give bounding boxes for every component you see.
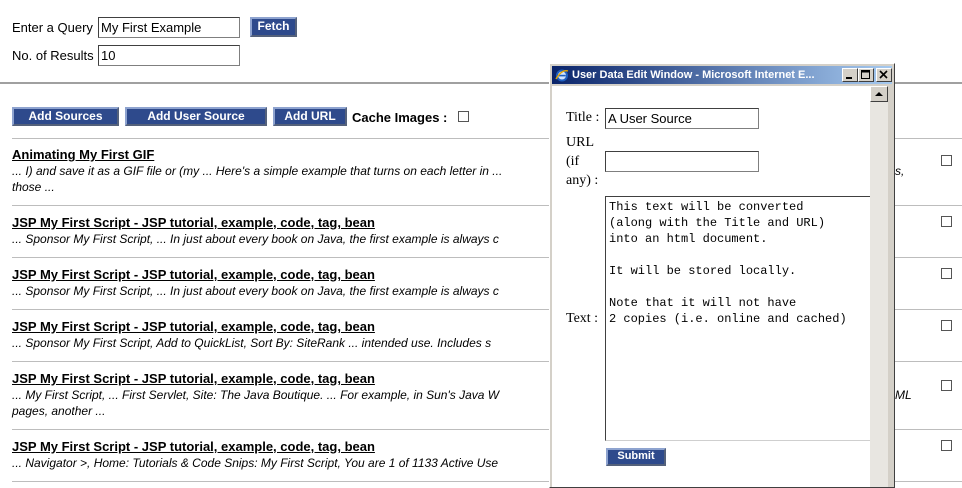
results-count-label: No. of Results xyxy=(12,48,94,63)
result-snippet: ... Navigator >, Home: Tutorials & Code … xyxy=(12,456,499,470)
text-field-label: Text : xyxy=(566,311,599,326)
result-snippet-line2: pages, another ... xyxy=(12,404,106,418)
result-title-link[interactable]: Animating My First GIF xyxy=(12,147,154,162)
window-scrollbar[interactable] xyxy=(870,86,888,487)
result-snippet-overflow: ML xyxy=(895,388,912,402)
text-field-textarea[interactable]: This text will be converted (along with … xyxy=(605,196,870,441)
result-checkbox[interactable] xyxy=(941,440,952,451)
result-title-link[interactable]: JSP My First Script - JSP tutorial, exam… xyxy=(12,319,375,334)
result-snippet: ... I) and save it as a GIF file or (my … xyxy=(12,164,503,178)
query-input[interactable] xyxy=(98,17,240,38)
results-count-input[interactable] xyxy=(98,45,240,66)
result-snippet: ... Sponsor My First Script, ... In just… xyxy=(12,284,499,298)
window-content: Title : URL (if any) : Text : This text … xyxy=(552,86,870,487)
result-snippet: ... My First Script, ... First Servlet, … xyxy=(12,388,500,402)
result-checkbox[interactable] xyxy=(941,216,952,227)
result-checkbox[interactable] xyxy=(941,380,952,391)
result-title-link[interactable]: JSP My First Script - JSP tutorial, exam… xyxy=(12,371,375,386)
add-url-button[interactable]: Add URL xyxy=(273,107,347,126)
cache-images-label: Cache Images : xyxy=(352,110,448,125)
submit-button[interactable]: Submit xyxy=(606,448,666,466)
result-title-link[interactable]: JSP My First Script - JSP tutorial, exam… xyxy=(12,267,375,282)
add-sources-button[interactable]: Add Sources xyxy=(12,107,119,126)
result-snippet: ... Sponsor My First Script, ... In just… xyxy=(12,232,499,246)
minimize-icon[interactable] xyxy=(842,68,858,82)
user-data-edit-window: User Data Edit Window - Microsoft Intern… xyxy=(549,63,895,488)
url-field-label-line1: URL xyxy=(566,135,594,150)
scroll-up-icon[interactable] xyxy=(870,86,888,102)
cache-images-checkbox[interactable] xyxy=(458,111,469,122)
result-snippet-line2: those ... xyxy=(12,180,55,194)
result-checkbox[interactable] xyxy=(941,320,952,331)
add-user-source-button[interactable]: Add User Source xyxy=(125,107,267,126)
maximize-icon[interactable] xyxy=(858,68,874,82)
title-field-input[interactable] xyxy=(605,108,759,129)
title-field-label: Title : xyxy=(566,110,600,125)
result-snippet-overflow: s, xyxy=(895,164,905,178)
ie-icon xyxy=(555,68,569,82)
url-field-label-line2: (if xyxy=(566,154,580,169)
result-title-link[interactable]: JSP My First Script - JSP tutorial, exam… xyxy=(12,215,375,230)
result-snippet: ... Sponsor My First Script, Add to Quic… xyxy=(12,336,492,350)
result-checkbox[interactable] xyxy=(941,268,952,279)
url-field-input[interactable] xyxy=(605,151,759,172)
query-label: Enter a Query xyxy=(12,20,93,35)
window-title: User Data Edit Window - Microsoft Intern… xyxy=(572,69,815,81)
window-titlebar[interactable]: User Data Edit Window - Microsoft Intern… xyxy=(552,66,892,84)
result-title-link[interactable]: JSP My First Script - JSP tutorial, exam… xyxy=(12,439,375,454)
result-checkbox[interactable] xyxy=(941,155,952,166)
close-icon[interactable] xyxy=(876,68,892,82)
fetch-button[interactable]: Fetch xyxy=(250,17,297,37)
url-field-label-line3: any) : xyxy=(566,173,599,188)
